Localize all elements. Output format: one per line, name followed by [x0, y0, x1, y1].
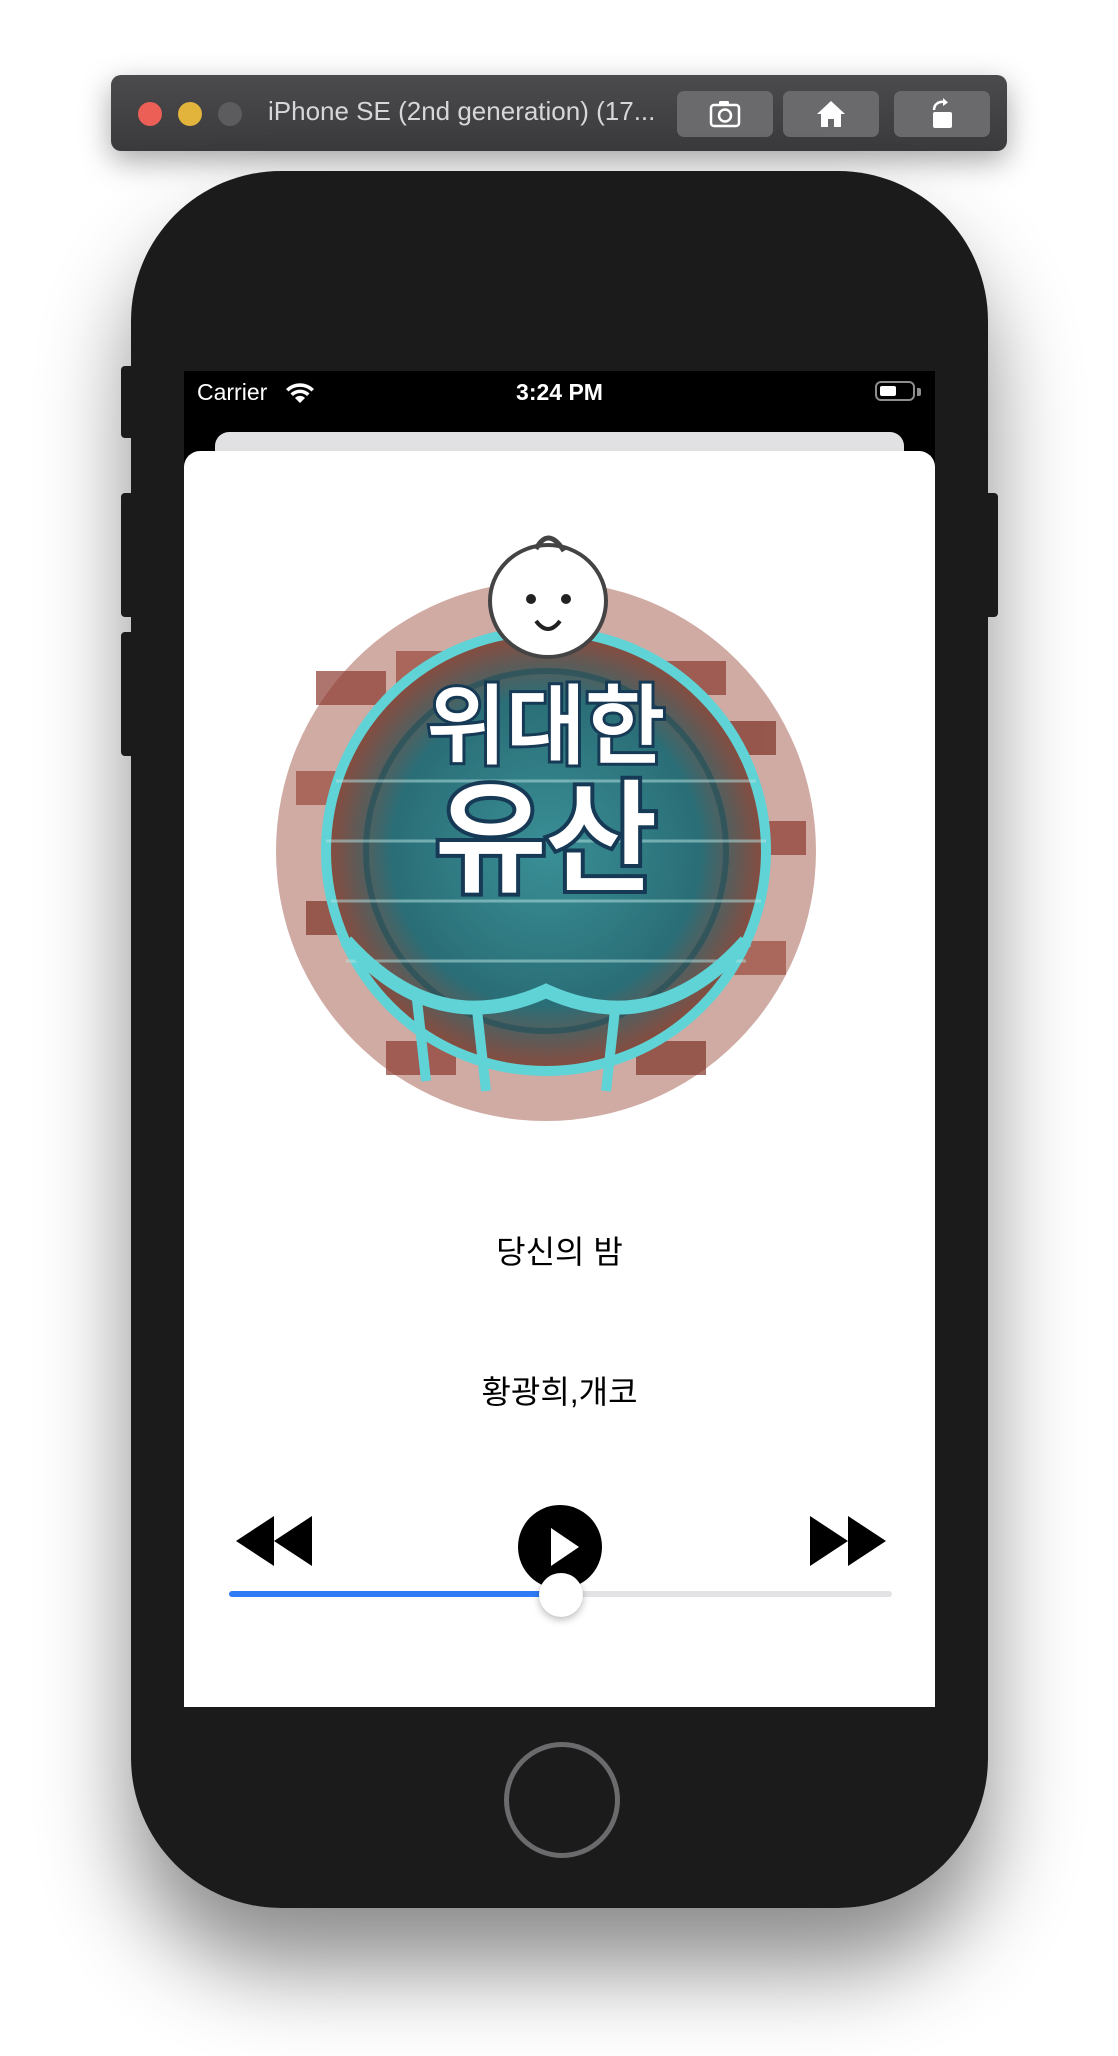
player-sheet: 위대한 유산 당신의 밤 황광희,개코 [184, 451, 935, 1707]
phone-screen: Carrier 3:24 PM 위대한 유산 당신의 밤 황광희,개코 [184, 371, 935, 1707]
rewind-icon[interactable] [234, 1511, 314, 1571]
album-art-image: 위대한 유산 [276, 535, 816, 1121]
album-art: 위대한 유산 [236, 521, 856, 1141]
slider-fill [229, 1591, 561, 1597]
fast-forward-icon[interactable] [808, 1511, 888, 1571]
status-bar: Carrier 3:24 PM [184, 371, 935, 413]
phone-home-button[interactable] [504, 1742, 620, 1858]
minimize-window-button[interactable] [178, 102, 202, 126]
rotate-button[interactable] [894, 91, 990, 137]
simulator-toolbar: iPhone SE (2nd generation) (17... [111, 75, 1007, 151]
home-icon [817, 101, 845, 127]
song-title: 당신의 밤 [496, 1234, 623, 1270]
rotate-icon [932, 98, 952, 128]
zoom-window-button[interactable] [218, 102, 242, 126]
battery-tip [917, 388, 921, 396]
status-time: 3:24 PM [516, 379, 603, 405]
slider-thumb[interactable] [538, 1573, 583, 1617]
screenshot-button[interactable] [677, 91, 773, 137]
battery-icon [875, 381, 915, 401]
battery-level [880, 386, 896, 396]
simulator-window-title: iPhone SE (2nd generation) (17... [268, 96, 656, 126]
album-art-title-line2: 유산 [436, 771, 657, 910]
song-artist: 황광희,개코 [481, 1374, 638, 1410]
home-button-toolbar[interactable] [783, 91, 879, 137]
close-window-button[interactable] [138, 102, 162, 126]
playback-progress-slider[interactable] [229, 1573, 892, 1617]
screenshot-icon [709, 101, 741, 128]
album-art-title-line1: 위대한 [427, 677, 664, 777]
simulator-stage: iPhone SE (2nd generation) (17... Carrie… [0, 0, 1118, 2056]
